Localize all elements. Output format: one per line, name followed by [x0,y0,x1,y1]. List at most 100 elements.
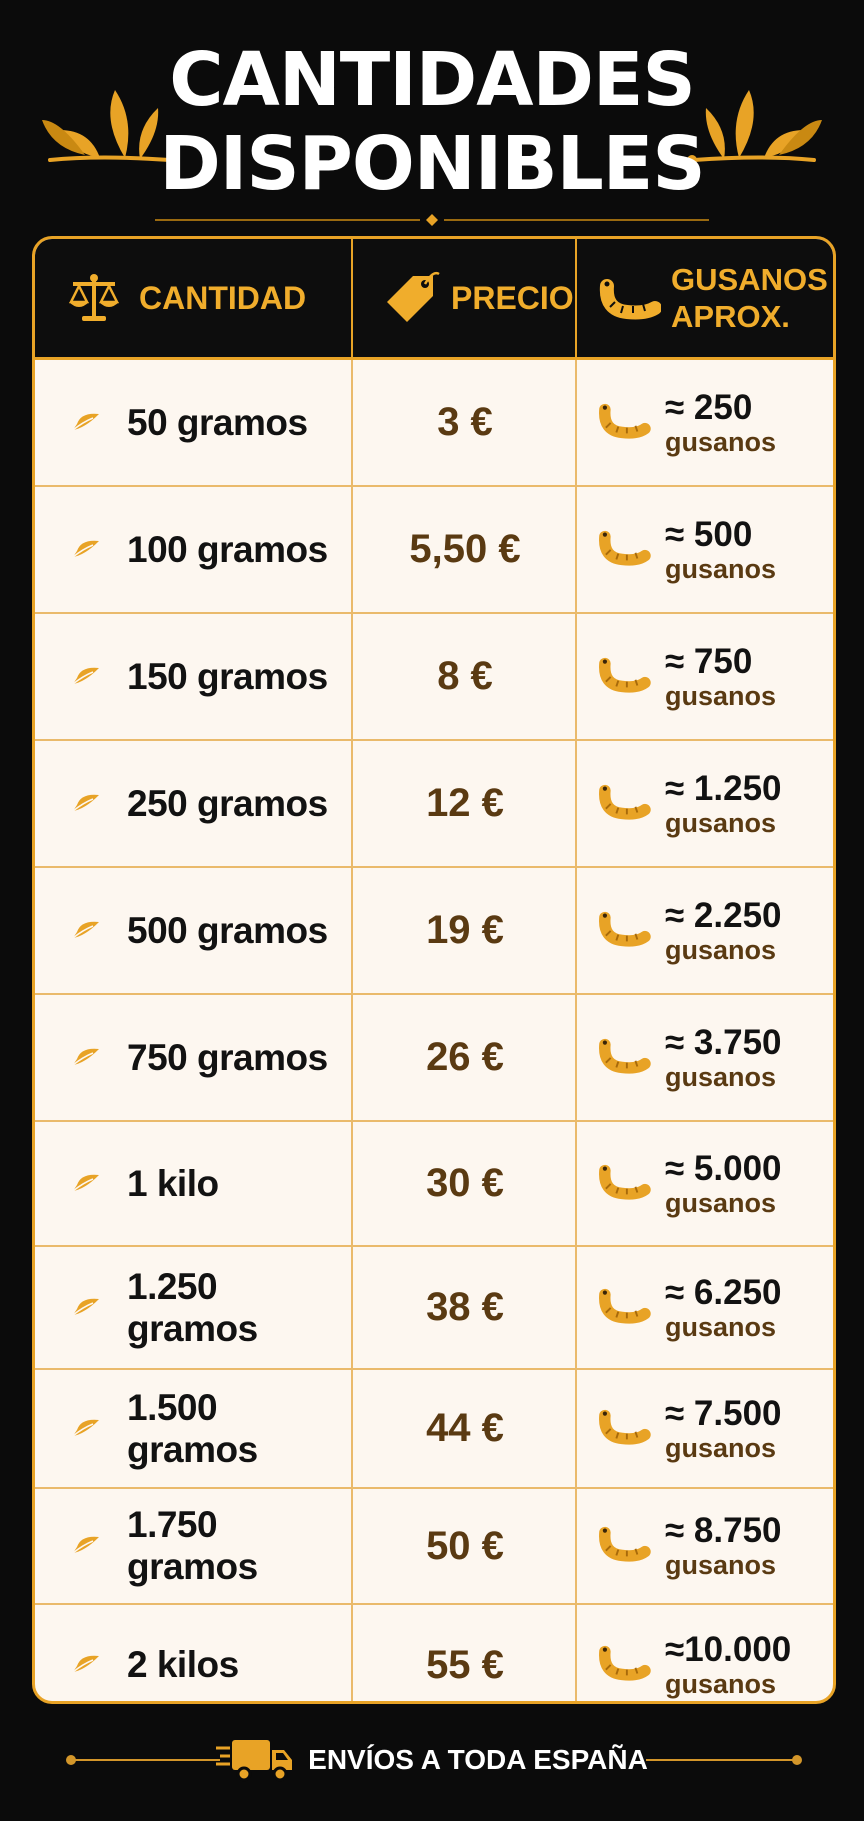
footer-text: ENVÍOS A TODA ESPAÑA [308,1744,648,1775]
quantity-value: 500 gramos [127,909,328,951]
price-cell: 44 € [351,1370,577,1487]
title-line-1: CANTIDADES [169,37,696,123]
quantity-cell: 1.500 gramos [35,1370,349,1487]
price-cell: 26 € [351,995,577,1120]
worm-icon [597,527,651,573]
worms-cell: ≈ 3.750 gusanos [575,995,833,1120]
price-value: 3 € [437,400,493,444]
table-row: 750 gramos 26 € ≈ 3.750 gusanos [35,995,833,1122]
table-row: 1.250 gramos 38 € ≈ 6.250 gusanos [35,1247,833,1370]
table-row: 1 kilo 30 € ≈ 5.000 gusanos [35,1122,833,1247]
footer-line-right [646,1759,796,1761]
worms-count: ≈ 250 [665,387,753,427]
leaf-icon [71,537,101,563]
price-cell: 8 € [351,614,577,739]
quantity-value: 50 gramos [127,401,308,443]
worms-cell: ≈ 6.250 gusanos [575,1247,833,1368]
worms-unit: gusanos [665,426,777,457]
price-cell: 12 € [351,741,577,866]
quantity-cell: 1.750 gramos [35,1489,349,1603]
quantity-value: 750 gramos [127,1036,328,1078]
worms-text: ≈ 6.250 gusanos [665,1273,782,1342]
title-line-2: DISPONIBLES [159,121,705,207]
worms-count: ≈ 8.750 [665,1511,782,1550]
delivery-truck-icon [216,1740,293,1782]
worms-count: ≈ 500 [665,514,753,554]
price-cell: 55 € [351,1605,577,1701]
leaf-icon [71,918,101,944]
footer-content: ENVÍOS A TODA ESPAÑA [216,1736,648,1784]
quantity-value: 2 kilos [127,1644,239,1685]
worm-icon [597,400,651,446]
worms-cell: ≈ 8.750 gusanos [575,1489,833,1603]
quantity-cell: 500 gramos [35,868,349,993]
worms-text: ≈ 3.750 gusanos [665,1022,782,1092]
quantity-value: 1.500 gramos [127,1386,258,1470]
quantity-cell: 250 gramos [35,741,349,866]
leaf-icon [71,1171,101,1197]
leaf-icon [71,1416,101,1442]
header-worms-line1: GUSANOS [671,262,828,297]
header-quantity-label: CANTIDAD [139,279,307,316]
worm-icon [597,1285,651,1331]
price-cell: 19 € [351,868,577,993]
price-value: 26 € [426,1035,504,1079]
quantity-value: 1 kilo [127,1162,219,1204]
worms-unit: gusanos [665,1432,777,1463]
table-row: 500 gramos 19 € ≈ 2.250 gusanos [35,868,833,995]
leaf-icon [71,1045,101,1071]
worm-icon [597,1642,651,1688]
table-row: 250 gramos 12 € ≈ 1.250 gusanos [35,741,833,868]
table-row: 2 kilos 55 € ≈10.000 gusanos [35,1605,833,1701]
header-quantity: CANTIDAD [35,239,349,357]
worms-text: ≈ 500 gusanos [665,514,777,584]
table-header: CANTIDAD PRECIO GUSANOS APROX. [35,239,833,360]
worms-cell: ≈ 7.500 gusanos [575,1370,833,1487]
price-value: 5,50 € [409,527,521,571]
price-cell: 30 € [351,1122,577,1245]
quantity-cell: 100 gramos [35,487,349,612]
quantity-cell: 50 gramos [35,360,349,485]
price-tag-icon [387,271,440,322]
footer: ENVÍOS A TODA ESPAÑA [0,1730,864,1790]
page-title: CANTIDADES DISPONIBLES [0,38,864,206]
quantity-value: 250 gramos [127,782,328,824]
worms-count: ≈ 3.750 [665,1022,782,1062]
price-value: 50 € [426,1523,504,1568]
quantity-value: 1.750 gramos [127,1504,258,1587]
worms-unit: gusanos [665,553,777,584]
worms-text: ≈ 7.500 gusanos [665,1393,782,1463]
worms-text: ≈10.000 gusanos [665,1631,791,1700]
footer-dot-left [66,1755,76,1765]
price-value: 8 € [437,654,493,698]
worms-count: ≈ 750 [665,641,753,681]
table-row: 100 gramos 5,50 € ≈ 500 gusanos [35,487,833,614]
header-price-label: PRECIO [451,279,574,316]
quantity-cell: 150 gramos [35,614,349,739]
worms-text: ≈ 250 gusanos [665,387,777,457]
table-body: 50 gramos 3 € ≈ 250 gusanos 100 gramos 5,50 €… [35,360,833,1701]
price-value: 44 € [426,1406,504,1450]
price-table: CANTIDAD PRECIO GUSANOS APROX. 50 gramos… [32,236,836,1704]
leaf-icon [71,410,101,436]
worm-icon [597,1406,651,1452]
worms-unit: gusanos [665,1311,777,1342]
price-value: 55 € [426,1642,504,1687]
leaf-icon [71,664,101,690]
worms-text: ≈ 8.750 gusanos [665,1511,782,1581]
quantity-value: 150 gramos [127,655,328,697]
worms-count: ≈ 7.500 [665,1393,782,1433]
table-row: 150 gramos 8 € ≈ 750 gusanos [35,614,833,741]
leaf-icon [71,1652,101,1678]
header-worms-label: GUSANOS APROX. [671,261,828,335]
header-worms: GUSANOS APROX. [575,239,833,357]
leaf-icon [71,1533,101,1559]
price-value: 30 € [426,1161,504,1205]
table-row: 50 gramos 3 € ≈ 250 gusanos [35,360,833,487]
header-price: PRECIO [351,239,577,357]
worms-count: ≈ 2.250 [665,895,782,935]
worm-icon [597,1035,651,1081]
footer-dot-right [792,1755,802,1765]
quantity-cell: 1 kilo [35,1122,349,1245]
price-cell: 50 € [351,1489,577,1603]
